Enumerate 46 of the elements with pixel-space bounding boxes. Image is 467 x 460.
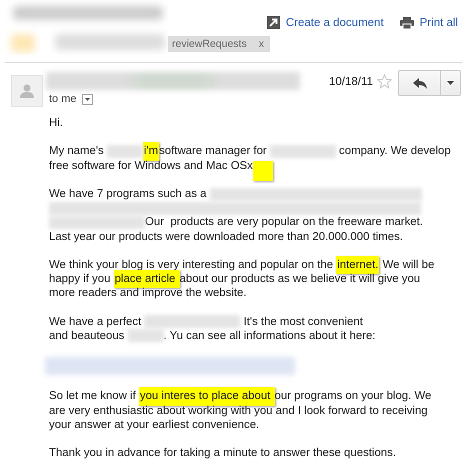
create-document-link[interactable]: Create a document xyxy=(266,16,384,29)
email-text: We have 7 programs such as a xyxy=(49,186,208,202)
highlighted-text: place article xyxy=(114,270,180,288)
caret-icon xyxy=(84,98,90,100)
email-text: your answer at your earliest convenience. xyxy=(49,418,260,432)
email-text: We think your blog is very interesting and popular on the xyxy=(49,258,334,272)
caret-icon xyxy=(447,81,454,85)
email-text: free software for Windows and Mac OSx xyxy=(49,158,253,173)
highlight-mark xyxy=(252,160,273,181)
star-icon[interactable] xyxy=(377,74,392,89)
email-text: Our products are very popular on the freeware market. xyxy=(145,215,423,230)
highlighted-text: internet. xyxy=(336,256,380,274)
email-text: software manager for xyxy=(159,144,268,159)
highlighted-text: i'm xyxy=(142,142,160,161)
highlighted-text: you interes to place about xyxy=(138,387,275,406)
email-text: and beauteous xyxy=(49,328,126,344)
email-text: Thank you in advance for taking a minute to answer these questions. xyxy=(49,446,396,460)
email-text: We will be xyxy=(382,258,434,272)
print-all-link[interactable]: Print all xyxy=(400,16,458,29)
redacted-block xyxy=(270,144,336,158)
email-text: Last year our products were downloaded more than 20.000.000 times. xyxy=(49,230,403,244)
remove-label-button[interactable]: x xyxy=(258,38,264,50)
email-text: We have a perfect xyxy=(49,314,142,329)
email-text: Hi. xyxy=(49,116,63,130)
email-text: . Yu can see all informations about it here: xyxy=(164,328,376,344)
email-text: about our products as we believe it will give you xyxy=(180,272,420,286)
printer-icon xyxy=(400,16,414,28)
email-text: more readers and improve the website. xyxy=(49,286,247,300)
person-icon xyxy=(20,84,34,98)
email-text: So let me know if xyxy=(49,389,137,404)
label-chip[interactable]: reviewRequests x xyxy=(168,36,270,52)
redacted-block xyxy=(106,144,143,158)
email-text: are very enthusiastic about working with you and I look forward to receiving xyxy=(49,404,428,418)
email-text: company. We develop xyxy=(338,144,451,159)
export-icon xyxy=(266,16,280,29)
recipient-text: to me xyxy=(49,93,77,105)
reply-button[interactable] xyxy=(398,70,441,96)
details-dropdown[interactable] xyxy=(82,94,93,104)
date-text: 10/18/11 xyxy=(329,76,373,88)
email-text: our programs on your blog. We xyxy=(274,389,432,404)
reply-icon xyxy=(412,78,426,88)
email-text: happy if you xyxy=(49,272,112,286)
more-button[interactable] xyxy=(441,70,461,96)
email-text: My name's xyxy=(49,144,105,159)
label-text: reviewRequests xyxy=(172,38,247,50)
email-text: It's the most convenient xyxy=(242,314,363,329)
